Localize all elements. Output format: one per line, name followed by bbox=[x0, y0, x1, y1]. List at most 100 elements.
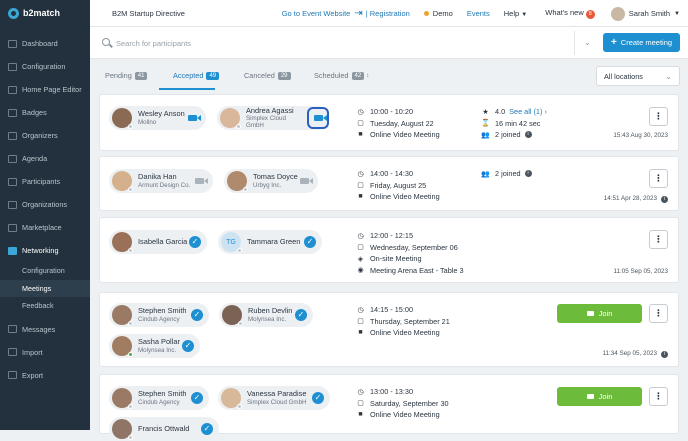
exit-icon: ⇥ bbox=[354, 8, 363, 19]
tab-scheduled[interactable]: Scheduled 42 ↕ bbox=[314, 71, 369, 80]
help-menu[interactable]: Help ▼ bbox=[504, 9, 527, 18]
timestamp: 14:51 Apr 28, 2023 i bbox=[604, 195, 668, 203]
more-options-button[interactable]: ⋮ bbox=[649, 387, 668, 406]
sidebar-item-export[interactable]: Export bbox=[0, 364, 90, 387]
participant-chip[interactable]: Andrea Agassi Simplex Cloud GmbH bbox=[217, 106, 329, 130]
sort-icon: ↕ bbox=[366, 72, 370, 79]
calendar-icon: ▢ bbox=[357, 400, 364, 408]
sidebar-subitem-configuration[interactable]: Configuration bbox=[0, 262, 90, 280]
info-icon[interactable]: i bbox=[524, 170, 532, 178]
calendar-icon: ▢ bbox=[357, 182, 364, 190]
divider bbox=[574, 31, 575, 55]
location-select[interactable]: All locations ⌄ bbox=[596, 66, 680, 86]
status-dot-icon bbox=[128, 435, 133, 440]
sidebar-item-badges[interactable]: Badges bbox=[0, 101, 90, 124]
event-name: B2M Startup Directive bbox=[112, 8, 185, 18]
meeting-info: ◷ 14:00 - 14:30 ▢ Friday, August 25 ■ Onlin… bbox=[357, 169, 440, 202]
participant-chip[interactable]: Stephen Smith Cindub Agency ✓ bbox=[109, 386, 209, 410]
badge-icon bbox=[8, 108, 17, 117]
count-badge: 49 bbox=[206, 71, 220, 80]
chevron-down-icon[interactable]: ⌄ bbox=[584, 38, 591, 47]
search-input[interactable] bbox=[116, 35, 566, 51]
sidebar-item-import[interactable]: Import bbox=[0, 341, 90, 364]
demo-status[interactable]: Demo bbox=[423, 9, 453, 18]
participant-chip[interactable]: Ruben Devlin Molynsea Inc. ✓ bbox=[219, 303, 313, 327]
status-dot-icon bbox=[237, 248, 242, 253]
participant-chip[interactable]: Sasha Pollar Molynsea Inc. ✓ bbox=[109, 334, 200, 358]
sidebar-item-networking[interactable]: Networking bbox=[0, 239, 90, 262]
avatar bbox=[112, 388, 133, 409]
chevron-down-icon: ⌄ bbox=[665, 72, 672, 81]
more-options-button[interactable]: ⋮ bbox=[649, 230, 668, 249]
avatar bbox=[112, 419, 133, 440]
meeting-card: Stephen Smith Cindub Agency ✓ Vanessa Par… bbox=[99, 374, 679, 441]
sidebar-item-organizers[interactable]: Organizers bbox=[0, 124, 90, 147]
sidebar-subitem-meetings[interactable]: Meetings bbox=[0, 279, 90, 297]
meeting-meta: 👥 2 joined i bbox=[481, 168, 532, 180]
tab-canceled[interactable]: Canceled 29 bbox=[244, 71, 291, 80]
gear-icon bbox=[8, 62, 17, 71]
plus-icon: + bbox=[610, 37, 617, 48]
participant-chip[interactable]: Francis Ottwald ✓ bbox=[109, 417, 219, 441]
check-icon: ✓ bbox=[295, 309, 307, 321]
participant-chip[interactable]: Wesley Anson Mollno bbox=[109, 106, 206, 130]
sidebar-item-dashboard[interactable]: Dashboard bbox=[0, 32, 90, 55]
meeting-card: Wesley Anson Mollno Andrea Agassi Simplex … bbox=[99, 94, 679, 151]
participant-chip[interactable]: Isabella Garcia ✓ bbox=[109, 230, 207, 254]
meeting-info: ◷ 14:15 - 15:00 ▢ Thursday, September 21 ■… bbox=[357, 305, 450, 338]
sidebar-item-configuration[interactable]: Configuration bbox=[0, 55, 90, 78]
info-icon[interactable]: i bbox=[661, 196, 668, 203]
video-icon bbox=[313, 115, 327, 121]
info-icon[interactable]: i bbox=[524, 131, 532, 139]
more-options-button[interactable]: ⋮ bbox=[649, 304, 668, 323]
chevron-down-icon: ▼ bbox=[674, 10, 680, 17]
tab-accepted[interactable]: Accepted 49 bbox=[173, 71, 220, 80]
participant-chip[interactable]: TG Tammara Green ✓ bbox=[218, 230, 322, 254]
logo[interactable]: b2match bbox=[0, 0, 90, 27]
sidebar-item-messages[interactable]: Messages bbox=[0, 318, 90, 341]
join-button[interactable]: Join bbox=[557, 304, 642, 323]
create-meeting-button[interactable]: + Create meeting bbox=[603, 33, 680, 52]
avatar: TG bbox=[221, 232, 242, 253]
video-icon[interactable] bbox=[300, 175, 313, 187]
more-options-button[interactable]: ⋮ bbox=[649, 107, 668, 126]
timestamp: 11:34 Sep 05, 2023 i bbox=[602, 350, 668, 358]
export-icon bbox=[8, 371, 17, 379]
sidebar-item-agenda[interactable]: Agenda bbox=[0, 147, 90, 170]
check-icon: ✓ bbox=[201, 423, 213, 435]
sidebar-item-marketplace[interactable]: Marketplace bbox=[0, 216, 90, 239]
user-menu[interactable]: Sarah Smith ▼ bbox=[610, 6, 680, 21]
participants-icon bbox=[8, 177, 17, 186]
events-link[interactable]: Events bbox=[467, 9, 490, 18]
participant-chip[interactable]: Danika Han Armunt Design Co. bbox=[109, 169, 213, 193]
participant-chip[interactable]: Stephen Smith Cindub Agency ✓ bbox=[109, 303, 209, 327]
meeting-card: Isabella Garcia ✓ TG Tammara Green ✓ ◷ 12… bbox=[99, 217, 679, 283]
b2match-logo-icon bbox=[8, 7, 19, 19]
status-dot-icon bbox=[128, 124, 133, 129]
sidebar-item-participants[interactable]: Participants bbox=[0, 170, 90, 193]
video-icon[interactable] bbox=[188, 112, 201, 124]
status-dot-icon bbox=[238, 321, 243, 326]
clock-icon: ◷ bbox=[357, 108, 364, 116]
tab-pending[interactable]: Pending 41 bbox=[105, 71, 148, 80]
more-options-button[interactable]: ⋮ bbox=[649, 169, 668, 188]
whats-new[interactable]: What's new 8 bbox=[545, 8, 595, 19]
participant-chip[interactable]: Tomas Doyce Urbyg Inc. bbox=[224, 169, 318, 193]
participant-chip[interactable]: Vanessa Paradise Simplex Cloud GmbH ✓ bbox=[218, 386, 330, 410]
video-call-button[interactable] bbox=[307, 107, 329, 129]
video-icon[interactable] bbox=[195, 175, 208, 187]
go-to-event-link[interactable]: Go to Event Website bbox=[282, 9, 351, 18]
sidebar-item-home-page-editor[interactable]: Home Page Editor bbox=[0, 78, 90, 101]
info-icon[interactable]: i bbox=[661, 351, 668, 358]
top-nav: Go to Event Website ⇥ | Registration Dem… bbox=[270, 0, 680, 27]
join-button[interactable]: Join bbox=[557, 387, 642, 406]
check-icon: ✓ bbox=[182, 340, 194, 352]
sidebar-subitem-feedback[interactable]: Feedback bbox=[0, 297, 90, 315]
sidebar-item-organizations[interactable]: Organizations bbox=[0, 193, 90, 216]
star-icon: ★ bbox=[482, 108, 489, 116]
dashboard-icon bbox=[8, 39, 17, 48]
meeting-card: Danika Han Armunt Design Co. Tomas Doyce U… bbox=[99, 156, 679, 211]
registration-link[interactable]: | Registration bbox=[366, 9, 410, 18]
people-icon: 👥 bbox=[481, 170, 490, 178]
see-all-link[interactable]: See all (1) › bbox=[509, 107, 547, 116]
